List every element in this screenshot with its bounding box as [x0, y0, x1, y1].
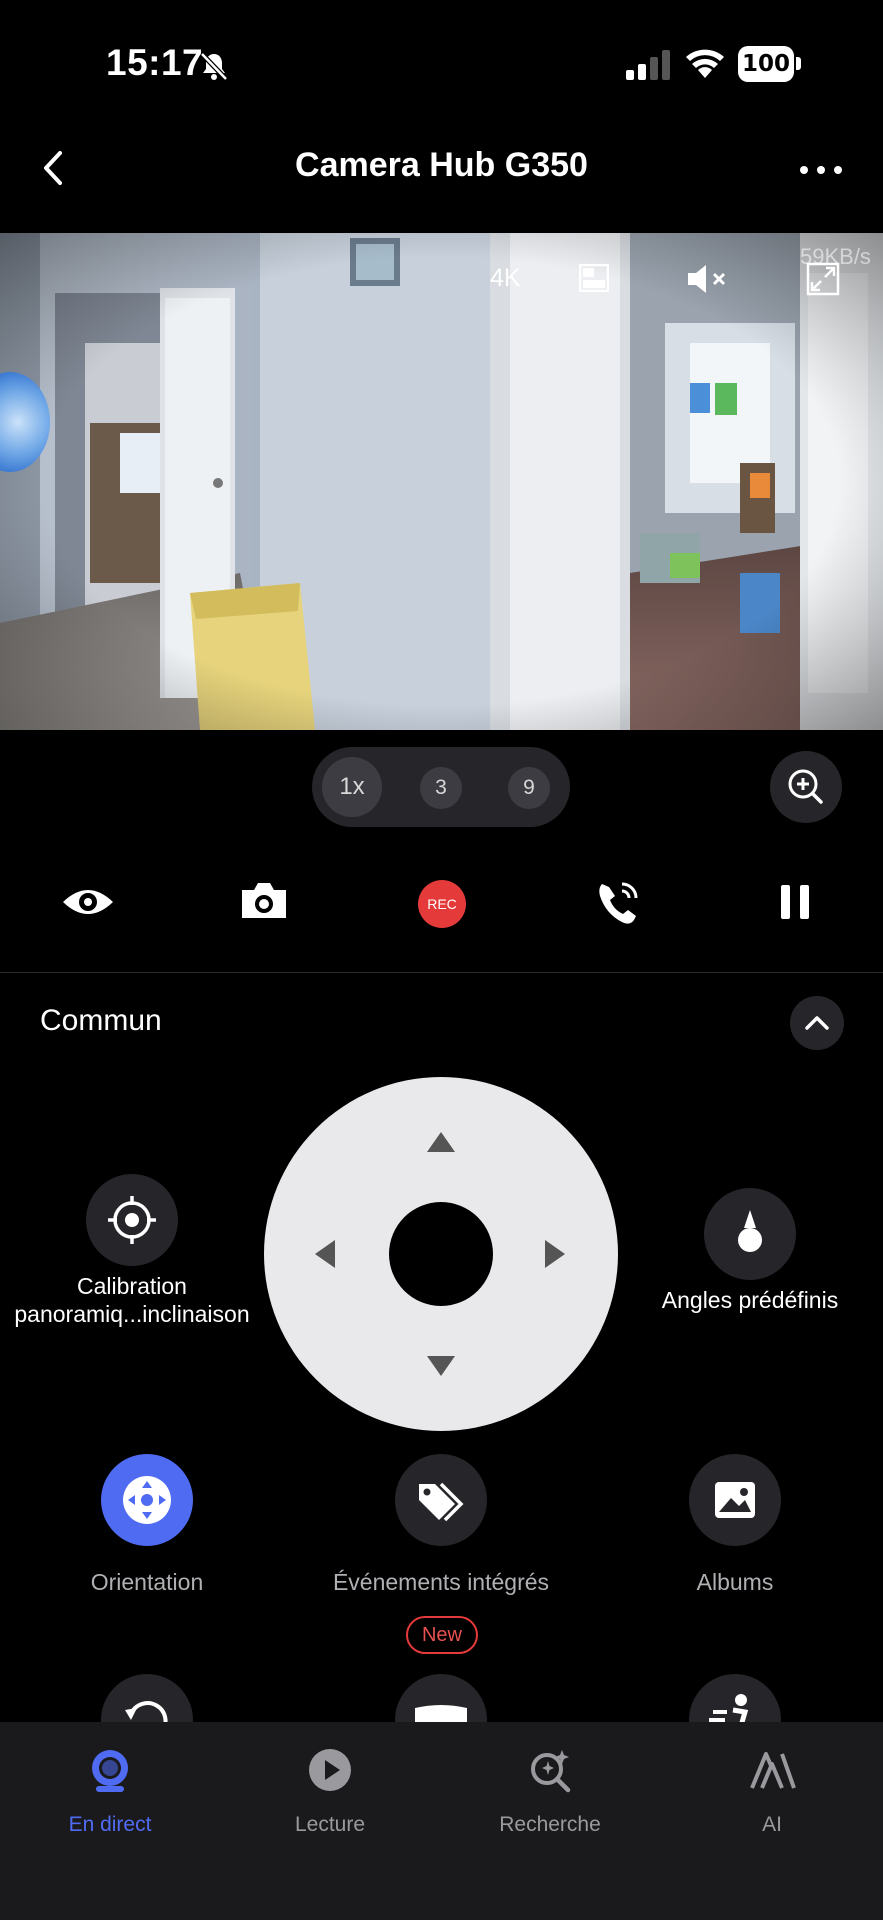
status-time: 15:17 — [106, 42, 204, 83]
zoom-in-button[interactable] — [770, 751, 842, 823]
arrow-right-icon[interactable] — [541, 1237, 567, 1271]
chevron-up-icon — [805, 1016, 829, 1030]
camera-snapshot-icon[interactable] — [234, 868, 294, 936]
tab-playback-label: Lecture — [294, 1813, 366, 1836]
page-title: Camera Hub G350 — [295, 146, 588, 184]
integrated-events-button[interactable] — [395, 1454, 487, 1546]
eye-icon[interactable] — [58, 868, 118, 936]
picture-layout-icon[interactable] — [579, 264, 609, 292]
preset-angles-label: Angles prédéfinis — [661, 1287, 839, 1313]
bell-muted-icon — [200, 52, 228, 81]
more-options-icon[interactable] — [790, 150, 852, 190]
tags-icon — [419, 1482, 464, 1522]
record-button[interactable]: REC — [418, 880, 466, 928]
arrow-up-icon[interactable] — [424, 1130, 458, 1156]
crosshair-icon — [108, 1196, 156, 1244]
camera-scene — [0, 233, 883, 730]
arrow-down-icon[interactable] — [424, 1352, 458, 1378]
orientation-icon — [123, 1476, 171, 1524]
new-badge: New — [406, 1616, 478, 1654]
arrow-left-icon[interactable] — [313, 1237, 339, 1271]
pause-icon[interactable] — [765, 868, 825, 936]
tab-ai[interactable]: AI — [692, 1746, 852, 1837]
bottom-tab-bar: En direct Lecture Recherche AI — [0, 1722, 883, 1920]
image-gallery-icon — [715, 1482, 755, 1518]
ai-icon — [750, 1752, 796, 1789]
ai-search-icon — [531, 1750, 571, 1793]
albums-label: Albums — [696, 1569, 774, 1595]
tab-search[interactable]: Recherche — [470, 1746, 630, 1837]
view-option-3[interactable]: 3 — [420, 767, 462, 809]
orientation-label: Orientation — [90, 1569, 204, 1595]
cellular-signal-icon — [626, 50, 670, 80]
calibration-button[interactable] — [86, 1174, 178, 1266]
orientation-button[interactable] — [101, 1454, 193, 1546]
view-option-1x[interactable]: 1x — [322, 757, 382, 817]
live-video-feed[interactable] — [0, 233, 883, 730]
resolution-toggle[interactable]: 4K — [490, 264, 521, 293]
fullscreen-icon[interactable] — [806, 262, 840, 296]
tab-search-label: Recherche — [499, 1813, 601, 1836]
collapse-section-button[interactable] — [790, 996, 844, 1050]
calibration-label: Calibration panoramiq...inclinaison — [14, 1273, 250, 1327]
tab-live[interactable]: En direct — [30, 1746, 190, 1837]
integrated-events-label: Événements intégrés — [332, 1569, 550, 1595]
tab-playback[interactable]: Lecture — [250, 1746, 410, 1837]
albums-button[interactable] — [689, 1454, 781, 1546]
tab-live-label: En direct — [68, 1813, 152, 1836]
preset-angle-icon — [738, 1210, 762, 1252]
zoom-in-icon — [788, 769, 823, 804]
app-root: 15:17 100 Camera Hub G350 4K 59KB/s 1x 3… — [0, 0, 883, 1920]
phone-call-icon[interactable] — [588, 868, 648, 936]
live-camera-icon — [92, 1750, 128, 1792]
speaker-muted-icon[interactable] — [686, 262, 732, 296]
view-option-9[interactable]: 9 — [508, 767, 550, 809]
tab-ai-label: AI — [762, 1813, 782, 1836]
play-icon — [309, 1749, 351, 1791]
battery-level: 100 — [741, 51, 790, 77]
battery-indicator: 100 — [738, 46, 802, 82]
joystick-center[interactable] — [389, 1202, 493, 1306]
split-view-selector: 1x 3 9 — [312, 747, 570, 827]
preset-angles-button[interactable] — [704, 1188, 796, 1280]
wifi-icon — [686, 49, 724, 78]
section-title: Commun — [40, 1004, 162, 1037]
divider — [0, 972, 883, 973]
